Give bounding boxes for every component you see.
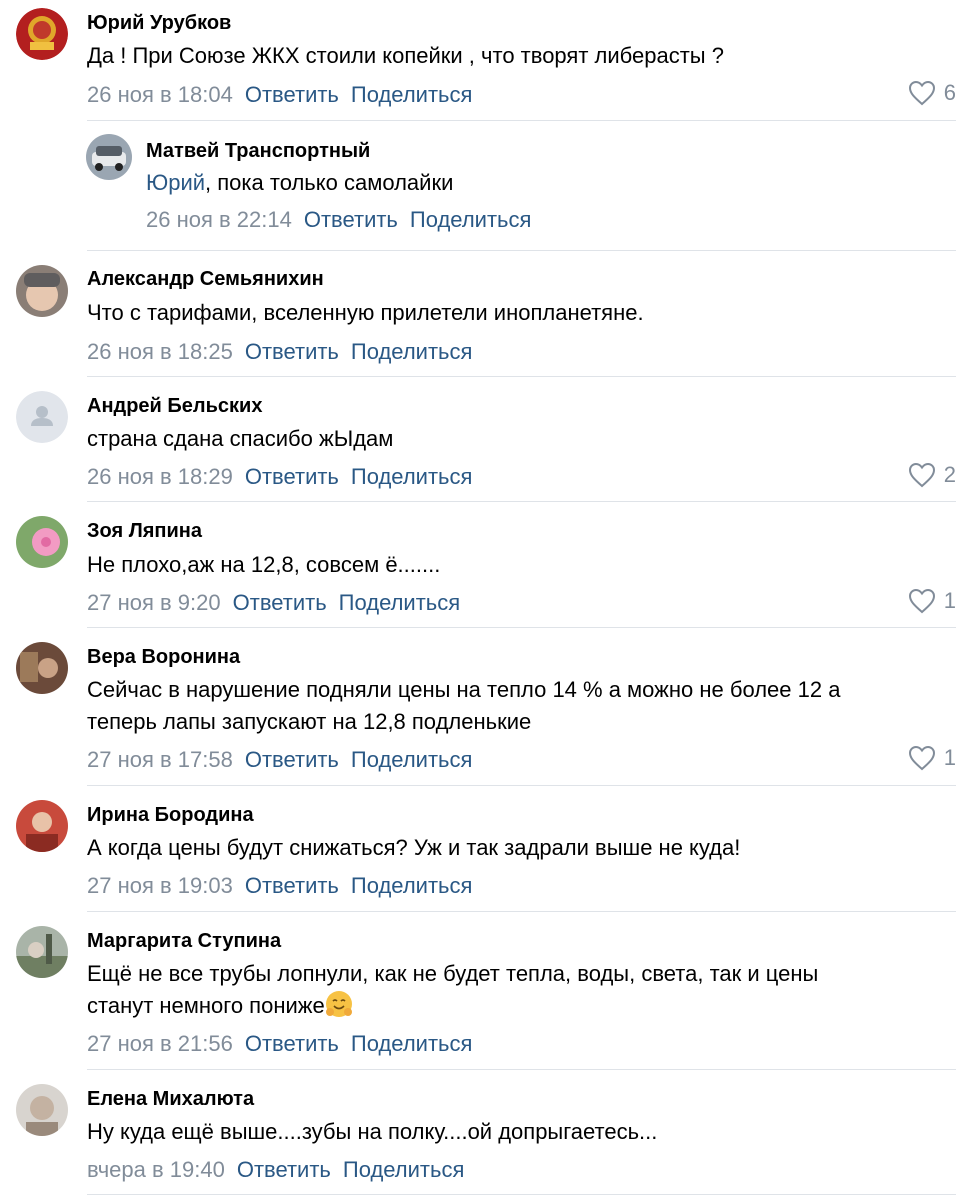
avatar[interactable] (16, 1084, 68, 1136)
mention-link[interactable]: Юрий (146, 170, 205, 195)
reply-button[interactable]: Ответить (304, 207, 398, 232)
comment-date[interactable]: 27 ноя в 21:56 (87, 1031, 233, 1056)
comment-text: Сейчас в нарушение подняли цены на тепло… (87, 677, 841, 702)
comment-meta: 26 ноя в 18:04 Ответить Поделиться (87, 82, 472, 108)
comment-date[interactable]: 27 ноя в 17:58 (87, 747, 233, 772)
divider (87, 1194, 956, 1195)
comment-text-body: , пока только самолайки (205, 170, 454, 195)
comment-meta: 26 ноя в 18:29 Ответить Поделиться (87, 464, 472, 490)
heart-icon (908, 462, 935, 488)
like-count: 2 (943, 462, 956, 487)
share-button[interactable]: Поделиться (339, 590, 460, 615)
like-button[interactable]: 6 (908, 80, 956, 106)
user-photo-icon (16, 642, 68, 694)
author-name[interactable]: Маргарита Ступина (87, 930, 281, 953)
avatar[interactable] (16, 391, 68, 443)
like-count: 6 (943, 80, 956, 105)
divider (87, 250, 956, 251)
comment-date[interactable]: 26 ноя в 18:25 (87, 339, 233, 364)
comment-date[interactable]: 26 ноя в 22:14 (146, 207, 292, 232)
avatar[interactable] (16, 516, 68, 568)
share-button[interactable]: Поделиться (351, 464, 472, 489)
user-photo-icon (16, 926, 68, 978)
avatar[interactable] (16, 800, 68, 852)
heart-icon (908, 80, 935, 106)
comment-meta: 26 ноя в 18:25 Ответить Поделиться (87, 339, 472, 365)
divider (87, 911, 956, 912)
share-button[interactable]: Поделиться (351, 873, 472, 898)
comment-meta: 27 ноя в 17:58 Ответить Поделиться (87, 747, 472, 773)
share-button[interactable]: Поделиться (351, 1031, 472, 1056)
comment-date[interactable]: 27 ноя в 19:03 (87, 873, 233, 898)
like-count: 1 (943, 745, 956, 770)
share-button[interactable]: Поделиться (343, 1157, 464, 1182)
comment-text: А когда цены будут снижаться? Уж и так з… (87, 835, 741, 860)
comment-meta: вчера в 19:40 Ответить Поделиться (87, 1157, 464, 1183)
divider (87, 785, 956, 786)
reply-button[interactable]: Ответить (245, 747, 339, 772)
comment-text: теперь лапы запускают на 12,8 подленькие (87, 709, 532, 734)
share-button[interactable]: Поделиться (410, 207, 531, 232)
comment-date[interactable]: вчера в 19:40 (87, 1157, 225, 1182)
author-name[interactable]: Вера Воронина (87, 646, 240, 669)
heart-icon (908, 745, 935, 771)
author-name[interactable]: Матвей Транспортный (146, 140, 370, 163)
like-button[interactable]: 2 (908, 462, 956, 488)
like-button[interactable]: 1 (908, 745, 956, 771)
share-button[interactable]: Поделиться (351, 747, 472, 772)
avatar[interactable] (16, 8, 68, 60)
author-name[interactable]: Елена Михалюта (87, 1088, 254, 1111)
reply-button[interactable]: Ответить (237, 1157, 331, 1182)
comment-meta: 27 ноя в 19:03 Ответить Поделиться (87, 873, 472, 899)
divider (87, 1069, 956, 1070)
ussr-emblem-icon (16, 8, 68, 60)
comment-date[interactable]: 26 ноя в 18:04 (87, 82, 233, 107)
user-photo-icon (16, 800, 68, 852)
heart-icon (908, 588, 935, 614)
author-name[interactable]: Юрий Урубков (87, 12, 231, 35)
comment-meta: 27 ноя в 21:56 Ответить Поделиться (87, 1031, 472, 1057)
divider (87, 120, 956, 121)
comment-text: станут немного пониже (87, 990, 353, 1022)
reply-button[interactable]: Ответить (233, 590, 327, 615)
author-name[interactable]: Зоя Ляпина (87, 520, 202, 543)
comment-text: Да ! При Союзе ЖКХ стоили копейки , что … (87, 43, 724, 68)
hugging-face-emoji-icon (325, 991, 352, 1017)
comment-text: Не плохо,аж на 12,8, совсем ё....... (87, 552, 441, 577)
comment-meta: 27 ноя в 9:20 Ответить Поделиться (87, 590, 460, 616)
reply-button[interactable]: Ответить (245, 82, 339, 107)
comment-meta: 26 ноя в 22:14 Ответить Поделиться (146, 207, 531, 233)
avatar[interactable] (86, 134, 132, 180)
reply-button[interactable]: Ответить (245, 464, 339, 489)
share-button[interactable]: Поделиться (351, 82, 472, 107)
divider (87, 627, 956, 628)
car-photo-icon (86, 134, 132, 180)
child-photo-icon (16, 265, 68, 317)
like-button[interactable]: 1 (908, 588, 956, 614)
share-button[interactable]: Поделиться (351, 339, 472, 364)
author-name[interactable]: Ирина Бородина (87, 804, 254, 827)
avatar[interactable] (16, 642, 68, 694)
comment-text-body: станут немного пониже (87, 993, 325, 1018)
avatar[interactable] (16, 265, 68, 317)
comment-date[interactable]: 26 ноя в 18:29 (87, 464, 233, 489)
reply-button[interactable]: Ответить (245, 1031, 339, 1056)
author-name[interactable]: Андрей Бельских (87, 395, 262, 418)
like-count: 1 (943, 588, 956, 613)
comment-text: Ещё не все трубы лопнули, как не будет т… (87, 961, 819, 986)
comment-text: Ну куда ещё выше....зубы на полку....ой … (87, 1119, 658, 1144)
avatar[interactable] (16, 926, 68, 978)
comment-text: Что с тарифами, вселенную прилетели иноп… (87, 300, 644, 325)
reply-button[interactable]: Ответить (245, 873, 339, 898)
default-user-icon (16, 391, 68, 443)
comment-text: Юрий, пока только самолайки (146, 167, 453, 199)
flower-photo-icon (16, 516, 68, 568)
user-photo-icon (16, 1084, 68, 1136)
author-name[interactable]: Александр Семьянихин (87, 268, 324, 291)
divider (87, 501, 956, 502)
divider (87, 376, 956, 377)
reply-button[interactable]: Ответить (245, 339, 339, 364)
comment-text: страна сдана спасибо жЫдам (87, 426, 394, 451)
comment-date[interactable]: 27 ноя в 9:20 (87, 590, 221, 615)
